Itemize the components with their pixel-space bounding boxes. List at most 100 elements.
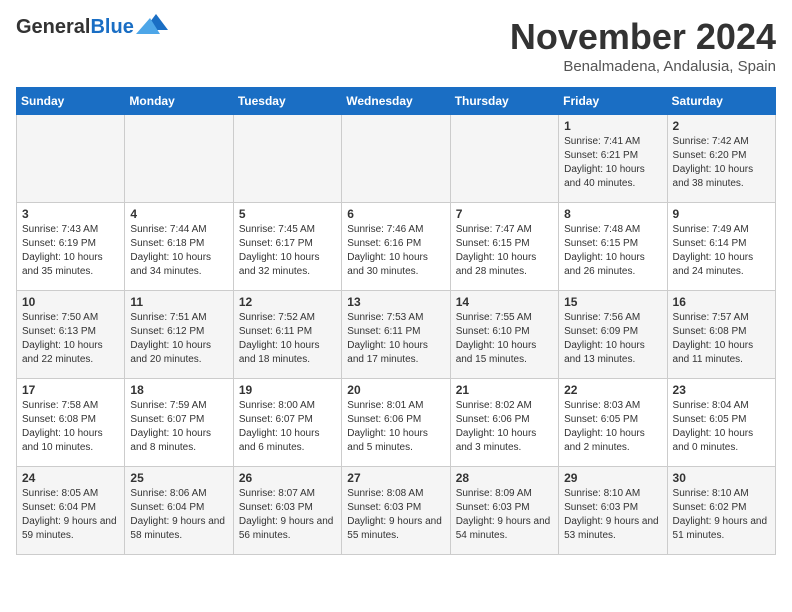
calendar-cell: 18Sunrise: 7:59 AM Sunset: 6:07 PM Dayli… — [125, 379, 233, 467]
calendar-cell: 22 Sunrise: 8:03 AM Sunset: 6:05 PM Dayli… — [559, 379, 667, 467]
day-number: 3 — [22, 207, 119, 221]
day-info: Sunrise: 7:56 AM Sunset: 6:09 PM Dayligh… — [564, 311, 661, 367]
day-info: Sunrise: 7:57 AM Sunset: 6:08 PM Dayligh… — [673, 311, 770, 367]
calendar-cell: 30 Sunrise: 8:10 AM Sunset: 6:02 PM Dayli… — [667, 467, 775, 555]
calendar-cell — [342, 115, 450, 203]
day-info: Sunrise: 7:53 AM Sunset: 6:11 PM Dayligh… — [347, 311, 444, 367]
location-title: Benalmadena, Andalusia, Spain — [510, 58, 776, 75]
header-tuesday: Tuesday — [233, 88, 341, 115]
calendar-cell: 28 Sunrise: 8:09 AM Sunset: 6:03 PM Dayli… — [450, 467, 558, 555]
day-number: 27 — [347, 471, 444, 485]
day-number: 13 — [347, 295, 444, 309]
day-number: 14 — [456, 295, 553, 309]
day-info: Sunrise: 7:51 AM Sunset: 6:12 PM Dayligh… — [130, 311, 227, 367]
calendar-cell: 17 Sunrise: 7:58 AM Sunset: 6:08 PM Dayli… — [17, 379, 125, 467]
logo: GeneralBlue — [16, 16, 168, 38]
day-info: Sunrise: 7:52 AM Sunset: 6:11 PM Dayligh… — [239, 311, 336, 367]
header-monday: Monday — [125, 88, 233, 115]
day-number: 21 — [456, 383, 553, 397]
calendar-cell: 13 Sunrise: 7:53 AM Sunset: 6:11 PM Dayli… — [342, 291, 450, 379]
day-number: 9 — [673, 207, 770, 221]
calendar-cell: 15 Sunrise: 7:56 AM Sunset: 6:09 PM Dayli… — [559, 291, 667, 379]
day-number: 19 — [239, 383, 336, 397]
day-info: Sunrise: 7:46 AM Sunset: 6:16 PM Dayligh… — [347, 223, 444, 279]
day-number: 12 — [239, 295, 336, 309]
day-number: 26 — [239, 471, 336, 485]
calendar-table: SundayMondayTuesdayWednesdayThursdayFrid… — [16, 87, 776, 555]
calendar-cell: 9 Sunrise: 7:49 AM Sunset: 6:14 PM Daylig… — [667, 203, 775, 291]
calendar-cell: 12 Sunrise: 7:52 AM Sunset: 6:11 PM Dayli… — [233, 291, 341, 379]
logo-general: General — [16, 16, 90, 38]
calendar-cell: 1Sunrise: 7:41 AM Sunset: 6:21 PM Daylig… — [559, 115, 667, 203]
day-number: 25 — [130, 471, 227, 485]
day-number: 15 — [564, 295, 661, 309]
day-info: Sunrise: 7:49 AM Sunset: 6:14 PM Dayligh… — [673, 223, 770, 279]
page-header: GeneralBlue November 2024 Benalmadena, A… — [16, 16, 776, 75]
calendar-cell — [125, 115, 233, 203]
calendar-cell: 25Sunrise: 8:06 AM Sunset: 6:04 PM Dayli… — [125, 467, 233, 555]
calendar-week-3: 10Sunrise: 7:50 AM Sunset: 6:13 PM Dayli… — [17, 291, 776, 379]
calendar-cell — [233, 115, 341, 203]
day-info: Sunrise: 7:43 AM Sunset: 6:19 PM Dayligh… — [22, 223, 119, 279]
day-number: 7 — [456, 207, 553, 221]
header-saturday: Saturday — [667, 88, 775, 115]
calendar-cell: 10Sunrise: 7:50 AM Sunset: 6:13 PM Dayli… — [17, 291, 125, 379]
calendar-cell: 8 Sunrise: 7:48 AM Sunset: 6:15 PM Daylig… — [559, 203, 667, 291]
day-number: 22 — [564, 383, 661, 397]
day-info: Sunrise: 8:03 AM Sunset: 6:05 PM Dayligh… — [564, 399, 661, 455]
logo-blue: Blue — [90, 16, 133, 38]
calendar-cell: 19 Sunrise: 8:00 AM Sunset: 6:07 PM Dayli… — [233, 379, 341, 467]
calendar-cell: 3 Sunrise: 7:43 AM Sunset: 6:19 PM Daylig… — [17, 203, 125, 291]
calendar-header-row: SundayMondayTuesdayWednesdayThursdayFrid… — [17, 88, 776, 115]
calendar-week-2: 3 Sunrise: 7:43 AM Sunset: 6:19 PM Daylig… — [17, 203, 776, 291]
day-info: Sunrise: 7:47 AM Sunset: 6:15 PM Dayligh… — [456, 223, 553, 279]
calendar-cell: 24 Sunrise: 8:05 AM Sunset: 6:04 PM Dayli… — [17, 467, 125, 555]
calendar-cell: 27Sunrise: 8:08 AM Sunset: 6:03 PM Dayli… — [342, 467, 450, 555]
calendar-cell: 5Sunrise: 7:45 AM Sunset: 6:17 PM Daylig… — [233, 203, 341, 291]
day-number: 17 — [22, 383, 119, 397]
day-info: Sunrise: 7:41 AM Sunset: 6:21 PM Dayligh… — [564, 135, 661, 191]
calendar-cell: 14 Sunrise: 7:55 AM Sunset: 6:10 PM Dayli… — [450, 291, 558, 379]
day-info: Sunrise: 8:10 AM Sunset: 6:02 PM Dayligh… — [673, 487, 770, 543]
day-info: Sunrise: 7:42 AM Sunset: 6:20 PM Dayligh… — [673, 135, 770, 191]
day-info: Sunrise: 7:50 AM Sunset: 6:13 PM Dayligh… — [22, 311, 119, 367]
header-sunday: Sunday — [17, 88, 125, 115]
calendar-cell: 16 Sunrise: 7:57 AM Sunset: 6:08 PM Dayli… — [667, 291, 775, 379]
calendar-cell: 11 Sunrise: 7:51 AM Sunset: 6:12 PM Dayli… — [125, 291, 233, 379]
day-info: Sunrise: 8:10 AM Sunset: 6:03 PM Dayligh… — [564, 487, 661, 543]
day-info: Sunrise: 8:00 AM Sunset: 6:07 PM Dayligh… — [239, 399, 336, 455]
day-info: Sunrise: 7:58 AM Sunset: 6:08 PM Dayligh… — [22, 399, 119, 455]
day-info: Sunrise: 8:04 AM Sunset: 6:05 PM Dayligh… — [673, 399, 770, 455]
day-number: 16 — [673, 295, 770, 309]
logo-icon — [136, 12, 168, 34]
calendar-cell: 29 Sunrise: 8:10 AM Sunset: 6:03 PM Dayli… — [559, 467, 667, 555]
day-number: 28 — [456, 471, 553, 485]
title-block: November 2024 Benalmadena, Andalusia, Sp… — [510, 16, 776, 75]
day-info: Sunrise: 8:01 AM Sunset: 6:06 PM Dayligh… — [347, 399, 444, 455]
day-number: 30 — [673, 471, 770, 485]
day-number: 24 — [22, 471, 119, 485]
calendar-cell: 21 Sunrise: 8:02 AM Sunset: 6:06 PM Dayli… — [450, 379, 558, 467]
day-number: 8 — [564, 207, 661, 221]
calendar-cell: 4Sunrise: 7:44 AM Sunset: 6:18 PM Daylig… — [125, 203, 233, 291]
day-info: Sunrise: 8:07 AM Sunset: 6:03 PM Dayligh… — [239, 487, 336, 543]
day-info: Sunrise: 7:48 AM Sunset: 6:15 PM Dayligh… — [564, 223, 661, 279]
day-info: Sunrise: 7:45 AM Sunset: 6:17 PM Dayligh… — [239, 223, 336, 279]
day-number: 23 — [673, 383, 770, 397]
day-info: Sunrise: 7:55 AM Sunset: 6:10 PM Dayligh… — [456, 311, 553, 367]
day-info: Sunrise: 8:05 AM Sunset: 6:04 PM Dayligh… — [22, 487, 119, 543]
calendar-cell: 20Sunrise: 8:01 AM Sunset: 6:06 PM Dayli… — [342, 379, 450, 467]
day-number: 6 — [347, 207, 444, 221]
header-friday: Friday — [559, 88, 667, 115]
month-title: November 2024 — [510, 16, 776, 58]
header-thursday: Thursday — [450, 88, 558, 115]
day-number: 4 — [130, 207, 227, 221]
calendar-cell: 26 Sunrise: 8:07 AM Sunset: 6:03 PM Dayli… — [233, 467, 341, 555]
day-number: 11 — [130, 295, 227, 309]
day-number: 29 — [564, 471, 661, 485]
day-info: Sunrise: 8:09 AM Sunset: 6:03 PM Dayligh… — [456, 487, 553, 543]
day-number: 18 — [130, 383, 227, 397]
day-info: Sunrise: 8:02 AM Sunset: 6:06 PM Dayligh… — [456, 399, 553, 455]
calendar-week-4: 17 Sunrise: 7:58 AM Sunset: 6:08 PM Dayli… — [17, 379, 776, 467]
calendar-cell: 6 Sunrise: 7:46 AM Sunset: 6:16 PM Daylig… — [342, 203, 450, 291]
